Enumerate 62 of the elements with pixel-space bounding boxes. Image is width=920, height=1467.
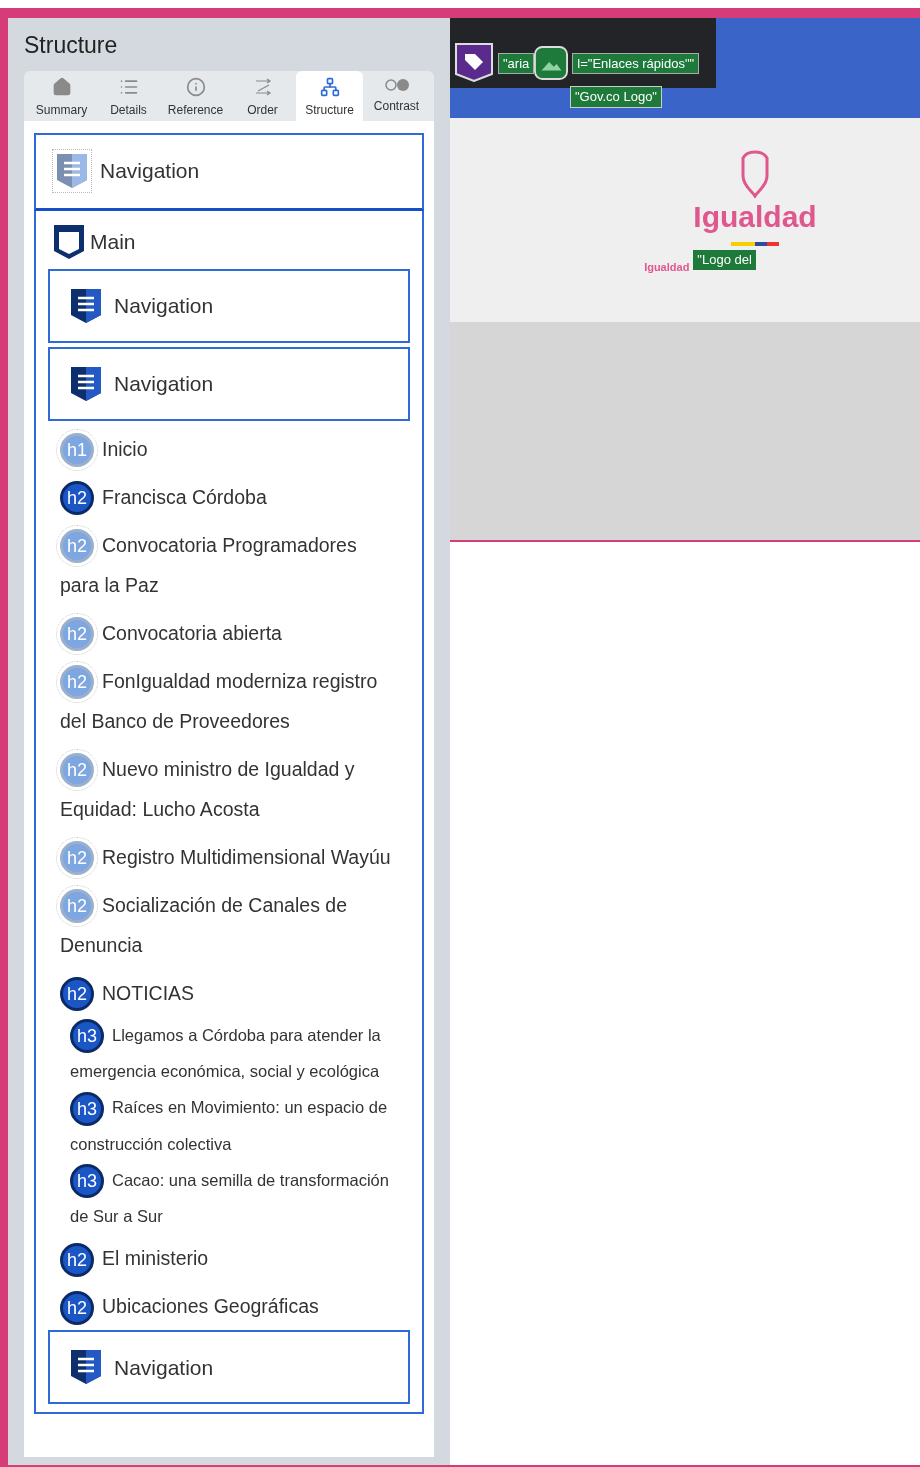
contrast-icon	[382, 76, 411, 93]
navigation-icon	[69, 1348, 103, 1387]
heading-item[interactable]: h2 Convocatoria Programadores para la Paz	[36, 520, 422, 609]
info-icon	[185, 76, 206, 97]
panel-tab[interactable]: Contrast	[363, 70, 430, 121]
navigation-landmark[interactable]: Navigation	[48, 268, 410, 343]
panel-tab[interactable]: Order	[229, 70, 296, 121]
alt-text-tag: "Gov.co Logo"	[570, 86, 662, 108]
landmark-label: Navigation	[114, 370, 214, 397]
aria-label-tag: "aria	[498, 52, 535, 74]
heading-level-badge: h2	[60, 1291, 94, 1326]
navigation-icon	[69, 286, 103, 325]
heading-item[interactable]: h2 Convocatoria abierta	[36, 608, 422, 657]
heading-item[interactable]: h2 FonIgualdad moderniza registro del Banco de Proveedores	[36, 656, 422, 745]
heading-level-badge: h3	[70, 1091, 104, 1126]
tag-icon	[454, 42, 494, 82]
logo-text: Igualdad	[644, 260, 690, 275]
panel-tab[interactable]: Structure	[296, 70, 363, 121]
heading-item[interactable]: h2 Registro Multidimensional Wayúu	[36, 832, 422, 881]
heading-item[interactable]: h2 Socialización de Canales de Denuncia	[36, 880, 422, 969]
home-icon	[51, 76, 72, 97]
heading-item[interactable]: h2 NOTICIAS	[36, 968, 422, 1017]
navigation-icon	[55, 152, 89, 190]
heading-level-badge: h3	[70, 1164, 104, 1199]
navigation-landmark[interactable]: Navigation	[48, 1330, 410, 1405]
heading-item[interactable]: h2 Nuevo ministro de Igualdad y Equidad: Lucho Acosta	[36, 744, 422, 833]
panel-title: Structure	[24, 31, 119, 60]
heading-item[interactable]: h3 Raíces en Movimiento: un espacio de construcción colectiva	[46, 1089, 422, 1162]
heading-item[interactable]: h2 Ubicaciones Geográficas	[36, 1282, 422, 1331]
heading-item[interactable]: h2 El ministerio	[36, 1234, 422, 1283]
heading-level-badge: h2	[60, 753, 94, 788]
aria-label-tag: l="Enlaces rápidos""	[572, 52, 700, 74]
flag-stripe	[731, 242, 779, 246]
heading-level-badge: h2	[60, 841, 94, 876]
panel-tab[interactable]: Summary	[28, 70, 95, 121]
hierarchy-icon	[319, 76, 340, 97]
heading-item[interactable]: h1 Inicio	[36, 424, 422, 473]
panel-tab[interactable]: Reference	[162, 70, 229, 121]
heading-level-badge: h2	[60, 481, 94, 516]
logo-text: Igualdad	[693, 199, 817, 235]
heading-level-badge: h2	[60, 889, 94, 924]
heading-item[interactable]: h2 Francisca Córdoba	[36, 472, 422, 521]
navigation-landmark[interactable]: Navigation	[34, 132, 424, 211]
navigation-landmark[interactable]: Navigation	[48, 346, 410, 421]
heading-level-badge: h2	[60, 1243, 94, 1278]
heading-level-badge: h2	[60, 977, 94, 1012]
image-link-icon	[534, 46, 569, 80]
heading-item[interactable]: h3 Llegamos a Córdoba para atender la emergencia económica, social y ecológica	[46, 1016, 422, 1090]
landmark-label: Navigation	[114, 292, 214, 319]
panel-tab[interactable]: Details	[95, 70, 162, 121]
landmark-label: Navigation	[114, 1354, 214, 1381]
navigation-icon	[69, 364, 103, 403]
heading-level-badge: h3	[70, 1019, 104, 1054]
heading-level-badge: h1	[60, 433, 94, 468]
landmark-label: Main	[90, 228, 136, 255]
heading-level-badge: h2	[60, 617, 94, 652]
heading-level-badge: h2	[60, 529, 94, 564]
landmark-label: Navigation	[100, 158, 200, 185]
heading-item[interactable]: h3 Cacao: una semilla de transformación de Sur a Sur	[46, 1161, 422, 1235]
alt-text-tag: "Logo del	[693, 250, 756, 270]
heading-level-badge: h2	[60, 665, 94, 700]
main-region-icon	[52, 222, 86, 261]
